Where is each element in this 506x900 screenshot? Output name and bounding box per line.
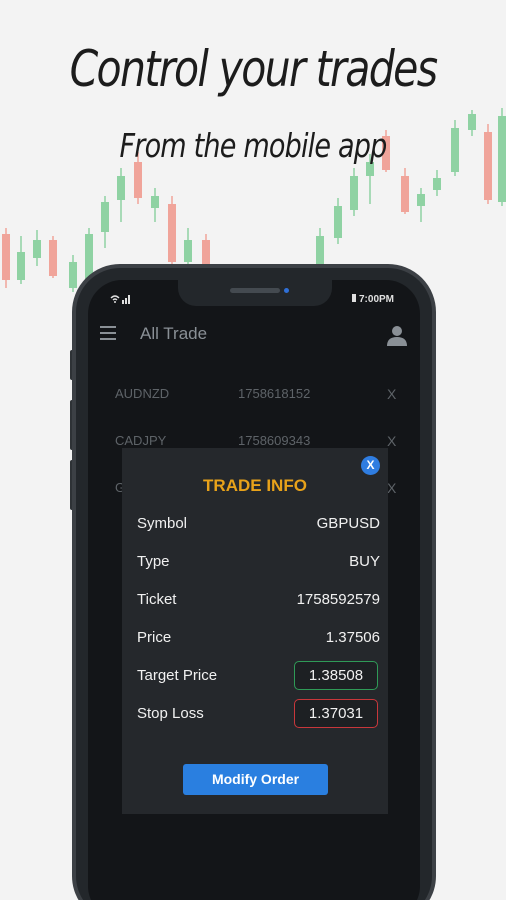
candle-body [401,176,409,212]
candle-body [33,240,41,258]
candle-body [17,252,25,280]
user-icon[interactable] [386,324,408,346]
price-label: Price [137,629,172,646]
candle-body [117,176,125,200]
stop-loss-label: Stop Loss [137,705,204,722]
candle-body [417,194,425,206]
clock-time: 7:00PM [359,294,395,305]
battery-icon [352,294,356,302]
camera-dot [284,288,289,293]
type-label: Type [137,553,170,570]
candle-body [350,176,358,210]
trade-ticket: 1758609343 [238,433,311,448]
target-price-input[interactable]: 1.38508 [294,661,378,690]
subheadline: From the mobile app [119,126,388,165]
close-trade-button[interactable]: X [387,433,396,449]
close-trade-button[interactable]: X [387,480,396,496]
candle-body [101,202,109,232]
candle-body [49,240,57,276]
candle-body [134,162,142,198]
modify-order-button[interactable]: Modify Order [183,764,328,795]
stop-loss-input[interactable]: 1.37031 [294,699,378,728]
candle-body [484,132,492,200]
trade-ticket: 1758618152 [238,386,311,401]
headline: Control your trades [69,40,439,98]
speaker-grille [230,288,280,293]
wifi-signal-icon [110,295,130,304]
phone-notch [178,280,332,306]
page-title: All Trade [140,324,208,343]
trade-symbol: AUDNZD [115,386,170,401]
signal-icons [110,294,132,307]
candle-body [151,196,159,208]
candle-body [69,262,77,288]
price-value: 1.37506 [325,629,380,646]
type-value: BUY [349,553,380,570]
close-trade-button[interactable]: X [387,386,396,402]
candle-body [316,236,324,264]
close-dialog-button[interactable]: X [361,456,380,475]
hamburger-icon[interactable] [100,326,116,340]
candle-body [498,116,506,202]
status-time: 7:00PM [352,294,394,305]
candle-body [168,204,176,262]
candle-body [433,178,441,190]
candle-body [2,234,10,280]
target-price-label: Target Price [137,667,218,684]
candle-body [334,206,342,238]
symbol-label: Symbol [137,515,188,532]
symbol-value: GBPUSD [316,515,380,532]
candle-body [468,114,476,130]
ticket-value: 1758592579 [296,591,380,608]
trade-symbol: CADJPY [115,433,167,448]
candle-body [202,240,210,264]
ticket-label: Ticket [137,591,177,608]
candle-body [184,240,192,262]
dialog-title: TRADE INFO [203,476,307,495]
